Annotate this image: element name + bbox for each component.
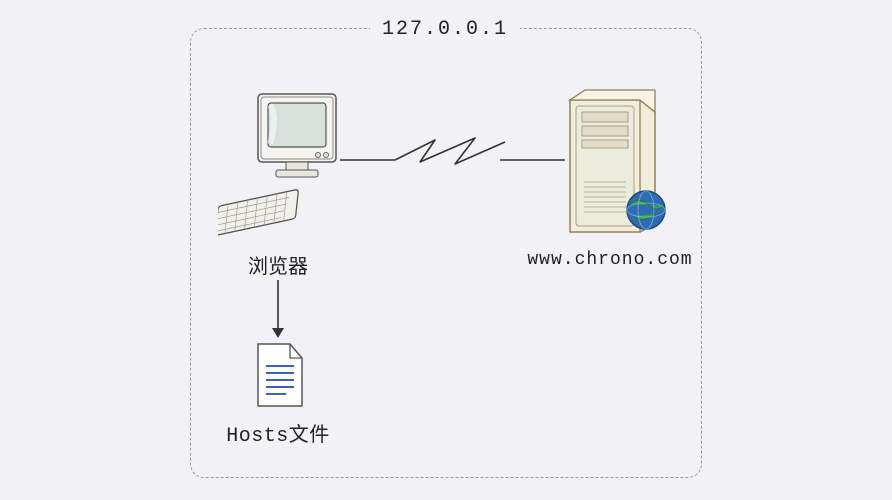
diagram-title: 127.0.0.1 <box>382 18 508 41</box>
hosts-file-label: Hosts文件 <box>218 418 338 448</box>
diagram-title-wrap: 127.0.0.1 <box>370 18 520 38</box>
file-icon <box>250 340 310 412</box>
arrow-down-icon <box>268 278 288 342</box>
connection-zigzag-icon <box>340 130 570 190</box>
server-label: www.chrono.com <box>510 250 710 270</box>
diagram-canvas: 127.0.0.1 <box>0 0 892 500</box>
computer-icon <box>218 86 348 236</box>
browser-label: 浏览器 <box>228 250 328 279</box>
